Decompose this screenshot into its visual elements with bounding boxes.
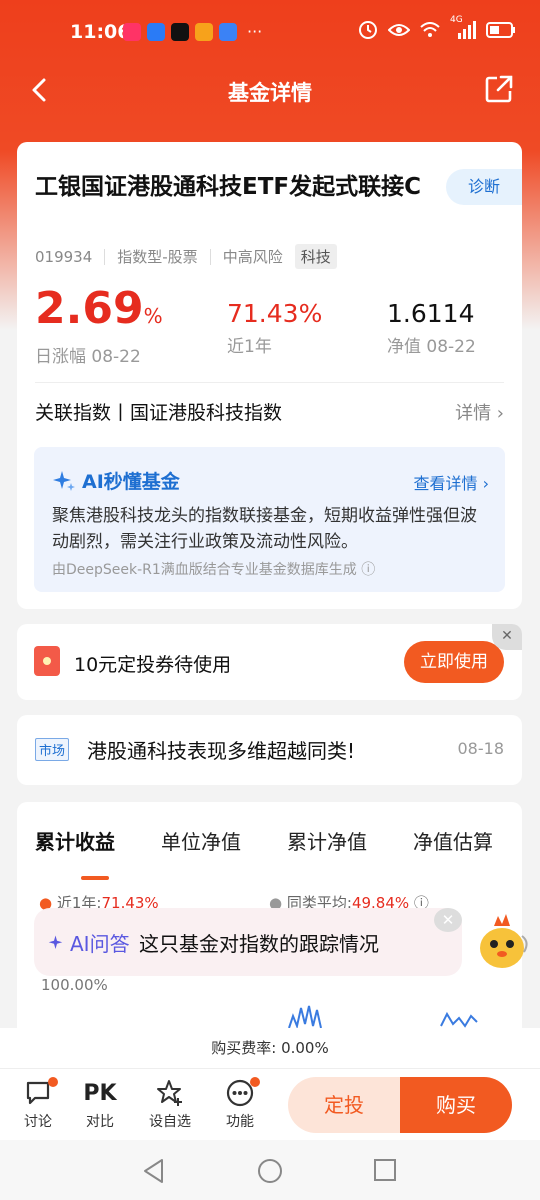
- coupon-card: 10元定投券待使用 立即使用 ✕: [17, 624, 522, 700]
- tab-nav-estimate[interactable]: 净值估算: [413, 826, 493, 855]
- nav-value: 1.6114: [387, 299, 475, 328]
- status-app-icons: ···: [123, 22, 262, 41]
- nav-metric: 1.6114 净值 08-22: [387, 299, 476, 357]
- close-icon[interactable]: ✕: [434, 908, 462, 932]
- fund-tags: 019934 指数型-股票 中高风险 科技: [35, 244, 337, 269]
- ai-ask-question: 这只基金对指数的跟踪情况: [139, 932, 379, 956]
- compare-button[interactable]: PK 对比: [70, 1077, 130, 1131]
- news-title: 港股通科技表现多维超越同类!: [87, 739, 356, 763]
- year-return-metric: 71.43% 近1年: [227, 299, 322, 357]
- ai-summary-text: 聚焦港股科技龙头的指数联接基金，短期收益弹性强但波动剧烈，需关注行业政策及流动性…: [52, 506, 477, 552]
- add-watchlist-button[interactable]: 设自选: [140, 1077, 200, 1131]
- page-title: 基金详情: [228, 81, 312, 105]
- ai-summary-title: AI秒懂基金: [52, 467, 180, 494]
- alarm-icon: [359, 21, 377, 39]
- buy-button[interactable]: 购买: [400, 1077, 512, 1133]
- fund-code: 019934: [35, 247, 93, 266]
- bottom-action-bar: 讨论 PK 对比 设自选 功能 定投 购买: [0, 1068, 540, 1140]
- daily-change-label: 日涨幅 08-22: [35, 347, 141, 367]
- divider: [104, 248, 106, 265]
- battery-icon: [486, 22, 515, 38]
- news-date: 08-18: [457, 739, 505, 758]
- sparkle-icon: [53, 470, 75, 491]
- nav-recents-icon[interactable]: [373, 1158, 397, 1182]
- app-icon: [123, 22, 141, 41]
- system-navigation-bar: [0, 1140, 540, 1200]
- daily-change-metric: 2.69% 日涨幅 08-22: [35, 287, 163, 368]
- daily-change-unit: %: [143, 304, 163, 328]
- ai-view-details-link[interactable]: 查看详情 ›: [414, 470, 490, 494]
- tiktok-icon: [171, 22, 189, 41]
- ai-summary-box: AI秒懂基金 查看详情 › 聚焦港股科技龙头的指数联接基金，短期收益弹性强但波动…: [34, 447, 505, 592]
- diagnose-button[interactable]: 诊断: [446, 169, 522, 205]
- divider: [209, 248, 211, 265]
- shield-app-icon: [147, 22, 165, 41]
- divider: [35, 382, 504, 383]
- news-card[interactable]: 市场 港股通科技表现多维超越同类! 08-18: [17, 715, 522, 785]
- mascot-assistant-icon[interactable]: [476, 912, 532, 972]
- status-time: 11:06: [70, 21, 131, 43]
- tab-accumulated-nav[interactable]: 累计净值: [287, 826, 367, 855]
- ai-ask-popup[interactable]: AI问答 这只基金对指数的跟踪情况 ✕: [34, 908, 462, 976]
- daily-change-value: 2.69: [35, 283, 144, 334]
- nav-back-icon[interactable]: [142, 1158, 166, 1184]
- discussion-button[interactable]: 讨论: [8, 1077, 68, 1131]
- signal-icon: 4G: [450, 15, 476, 39]
- fund-type: 指数型-股票: [117, 248, 198, 266]
- pk-icon: PK: [83, 1080, 117, 1106]
- video-app-icon: [195, 22, 213, 41]
- chart-tabs: 累计收益 单位净值 累计净值 净值估算: [35, 826, 522, 880]
- nav-label: 净值 08-22: [387, 337, 476, 357]
- more-notifications-icon: ···: [247, 22, 263, 41]
- app-header: 基金详情: [0, 64, 540, 120]
- functions-button[interactable]: 功能: [210, 1077, 270, 1131]
- purchase-fee-row: 购买费率: 0.00%: [0, 1028, 540, 1068]
- notification-dot: [48, 1077, 58, 1087]
- fund-name: 工银国证港股通科技ETF发起式联接C: [35, 174, 421, 200]
- wifi-icon: [420, 22, 440, 37]
- fund-info-card: 工银国证港股通科技ETF发起式联接C 诊断 019934 指数型-股票 中高风险…: [17, 142, 522, 609]
- sparkle-icon: [48, 935, 63, 949]
- fund-risk: 中高风险: [222, 248, 283, 266]
- share-icon[interactable]: [484, 74, 514, 104]
- close-icon[interactable]: ✕: [492, 624, 522, 650]
- ai-ask-label: AI问答: [48, 928, 130, 957]
- related-index-label: 关联指数丨国证港股科技指数: [35, 402, 283, 424]
- year-return-label: 近1年: [227, 337, 272, 357]
- nav-home-icon[interactable]: [257, 1158, 283, 1184]
- use-coupon-button[interactable]: 立即使用: [404, 641, 504, 683]
- auto-invest-button[interactable]: 定投: [288, 1077, 400, 1133]
- star-plus-icon: [157, 1080, 182, 1106]
- red-envelope-icon: [34, 646, 60, 676]
- coupon-text: 10元定投券待使用: [74, 654, 232, 676]
- eye-icon: [388, 24, 410, 36]
- tab-unit-nav[interactable]: 单位净值: [161, 826, 241, 855]
- active-tab-indicator: [81, 876, 109, 880]
- status-bar: 11:06 ··· 4G: [0, 0, 540, 64]
- news-tag: 市场: [35, 738, 70, 761]
- tab-cumulative-return[interactable]: 累计收益: [35, 826, 115, 855]
- ai-source-note: 由DeepSeek-R1满血版结合专业基金数据库生成 ⓘ: [52, 562, 376, 578]
- bulb-app-icon: [219, 22, 237, 41]
- notification-dot: [250, 1077, 260, 1087]
- year-return-value: 71.43%: [227, 299, 323, 328]
- status-indicators: 4G: [358, 15, 516, 40]
- related-index-row[interactable]: 关联指数丨国证港股科技指数 详情 ›: [35, 398, 504, 428]
- y-axis-top-label: 100.00%: [41, 976, 108, 994]
- index-detail-link[interactable]: 详情 ›: [455, 399, 504, 425]
- sector-tag: 科技: [294, 244, 337, 269]
